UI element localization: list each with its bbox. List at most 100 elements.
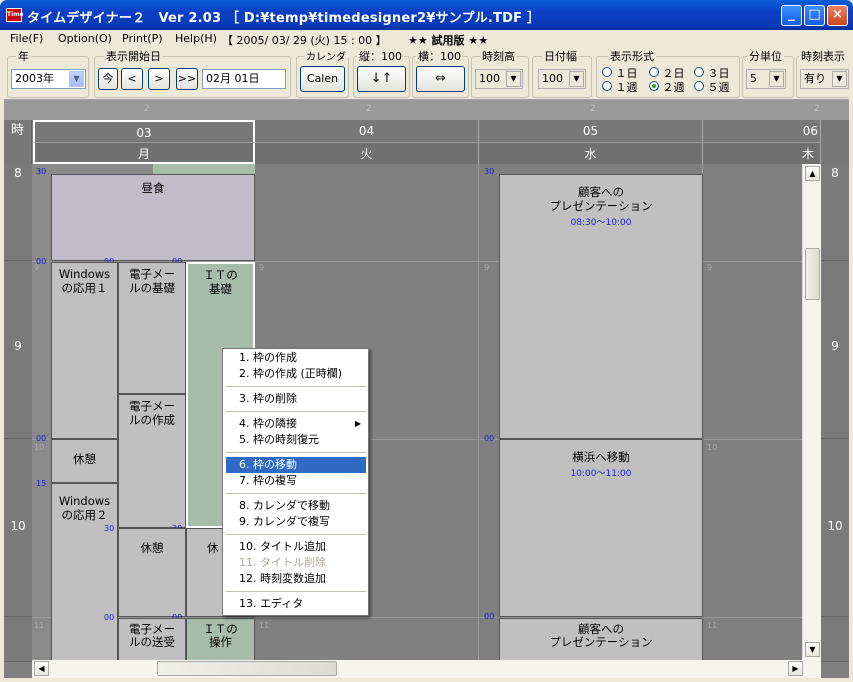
context-menu: 1. 枠の作成 2. 枠の作成 (正時欄) 3. 枠の削除 4. 枠の隣接 ▶ 5… bbox=[222, 348, 369, 616]
it-operation-block[interactable]: ＩＴの 操作 bbox=[186, 618, 255, 662]
presentation-1-block[interactable]: 顧客への プレゼンテーション 08:30～10:00 bbox=[499, 174, 703, 439]
col-number: 2 bbox=[590, 104, 596, 114]
horizontal-scroll-thumb[interactable] bbox=[157, 661, 337, 676]
close-icon[interactable]: × bbox=[827, 5, 848, 26]
windows-2-block[interactable]: Windows の応用２ bbox=[51, 483, 118, 662]
minute-label: 00 bbox=[104, 613, 115, 622]
menu-create-frame[interactable]: 1. 枠の作成 bbox=[226, 350, 366, 366]
day-header-05[interactable]: 05 bbox=[479, 120, 703, 142]
radio-1week[interactable]: １週 bbox=[602, 79, 638, 95]
menu-copy-frame[interactable]: 7. 枠の複写 bbox=[226, 473, 366, 489]
menu-delete-frame[interactable]: 3. 枠の削除 bbox=[226, 391, 366, 407]
yokohama-title: 横浜へ移動 bbox=[572, 450, 630, 464]
hour-header: 時 bbox=[4, 120, 32, 164]
hour-marker: 11 bbox=[259, 621, 270, 630]
year-value: 2003年 bbox=[15, 72, 54, 85]
minute-label: 30 bbox=[104, 524, 115, 533]
email-send-block[interactable]: 電子メー ルの送受 bbox=[118, 618, 186, 662]
schedule-grid[interactable]: 2 2 2 2 時 03 月 04 火 05 水 06 木 8 9 10 8 9… bbox=[4, 100, 849, 678]
it-block-top-strip bbox=[153, 164, 255, 174]
hour-marker: 10 bbox=[707, 443, 718, 452]
menu-editor[interactable]: 13. エディタ bbox=[226, 596, 366, 612]
scroll-right-icon[interactable]: ▶ bbox=[788, 661, 803, 676]
vertical-scroll-thumb[interactable] bbox=[805, 248, 820, 300]
menu-print[interactable]: Print(P) bbox=[122, 32, 163, 45]
hour-marker: 9 bbox=[484, 263, 490, 272]
hour-label-10: 10 bbox=[4, 439, 32, 617]
chevron-down-icon[interactable]: ▼ bbox=[832, 71, 847, 87]
menu-file[interactable]: File(F) bbox=[10, 32, 43, 45]
next-button[interactable]: > bbox=[148, 68, 170, 90]
hour-marker: 9 bbox=[259, 263, 265, 272]
menu-option[interactable]: Option(O) bbox=[58, 32, 112, 45]
start-date-label: 表示開始日 bbox=[104, 48, 163, 64]
start-date-input[interactable]: 02月 01日 bbox=[202, 69, 286, 89]
calendar-button[interactable]: Calen bbox=[300, 66, 345, 92]
weekday-header-03[interactable]: 月 bbox=[33, 142, 255, 164]
email-basic-block[interactable]: 電子メー ルの基礎 bbox=[118, 262, 186, 394]
year-select[interactable]: 2003年 ▼ bbox=[11, 69, 86, 89]
rest-1-block[interactable]: 休憩 bbox=[51, 439, 118, 483]
horizontal-zoom-button[interactable]: ⇔ bbox=[416, 66, 465, 92]
prev-button[interactable]: < bbox=[121, 68, 143, 90]
scroll-up-icon[interactable]: ▲ bbox=[805, 166, 820, 181]
day-header-03[interactable]: 03 bbox=[33, 120, 255, 142]
minute-unit-label: 分単位 bbox=[747, 48, 784, 64]
minute-label: 00 bbox=[36, 434, 47, 443]
vertical-scrollbar[interactable]: ▲ ▼ bbox=[802, 164, 821, 662]
menu-move-frame[interactable]: 6. 枠の移動 bbox=[226, 457, 366, 473]
year-label: 年 bbox=[16, 48, 31, 64]
presentation-1-title: 顧客への プレゼンテーション bbox=[549, 185, 653, 213]
horizontal-scrollbar[interactable]: ◀ ▶ bbox=[32, 660, 821, 678]
menu-create-frame-hourly[interactable]: 2. 枠の作成 (正時欄) bbox=[226, 366, 366, 382]
weekday-header-06[interactable]: 木 bbox=[703, 142, 821, 164]
hour-label-11-right bbox=[821, 617, 849, 662]
minute-label: 30 bbox=[484, 167, 495, 176]
chevron-down-icon[interactable]: ▼ bbox=[506, 71, 521, 87]
maximize-icon[interactable]: □ bbox=[804, 5, 825, 26]
jump-button[interactable]: >> bbox=[176, 68, 198, 90]
menu-separator bbox=[226, 452, 366, 453]
weekday-header-04[interactable]: 火 bbox=[255, 142, 479, 164]
presentation-1-time: 08:30～10:00 bbox=[570, 218, 632, 228]
radio-5week[interactable]: ５週 bbox=[694, 79, 730, 95]
day-header-06[interactable]: 06 bbox=[703, 120, 821, 142]
yokohama-move-block[interactable]: 横浜へ移動 10:00～11:00 bbox=[499, 439, 703, 617]
presentation-2-block[interactable]: 顧客への プレゼンテーション bbox=[499, 618, 703, 662]
rest-2-block[interactable]: 休憩 bbox=[118, 528, 186, 617]
time-height-select[interactable]: 100 ▼ bbox=[475, 69, 523, 89]
windows-1-block[interactable]: Windows の応用１ bbox=[51, 262, 118, 439]
title-bar[interactable]: Time タイムデザイナー２ Ver 2.03 ［ D:¥temp¥timede… bbox=[0, 0, 853, 30]
menu-restore-time[interactable]: 5. 枠の時刻復元 bbox=[226, 432, 366, 448]
menu-move-by-calendar[interactable]: 8. カレンダで移動 bbox=[226, 498, 366, 514]
horizontal-zoom-label: 横：100 bbox=[416, 48, 463, 64]
day-header-04[interactable]: 04 bbox=[255, 120, 479, 142]
weekday-header-05[interactable]: 水 bbox=[479, 142, 703, 164]
today-button[interactable]: 今 bbox=[98, 68, 118, 90]
hour-marker: 11 bbox=[34, 621, 45, 630]
lunch-block[interactable]: 昼食 bbox=[51, 174, 255, 261]
radio-2week[interactable]: ２週 bbox=[649, 79, 685, 95]
menu-add-title[interactable]: 10. タイトル追加 bbox=[226, 539, 366, 555]
menu-adjacent-frame[interactable]: 4. 枠の隣接 ▶ bbox=[226, 416, 366, 432]
menu-copy-by-calendar[interactable]: 9. カレンダで複写 bbox=[226, 514, 366, 530]
email-create-block[interactable]: 電子メー ルの作成 bbox=[118, 394, 186, 528]
minute-unit-select[interactable]: 5 ▼ bbox=[746, 69, 786, 89]
vertical-zoom-button[interactable]: ↓↑ bbox=[357, 66, 406, 92]
menu-bar: File(F) Option(O) Print(P) Help(H) 【 200… bbox=[4, 30, 849, 48]
date-width-value: 100 bbox=[542, 72, 563, 85]
menu-add-time-variable[interactable]: 12. 時刻変数追加 bbox=[226, 571, 366, 587]
chevron-down-icon[interactable]: ▼ bbox=[69, 71, 84, 87]
time-display-select[interactable]: 有り ▼ bbox=[800, 69, 849, 89]
minimize-icon[interactable]: _ bbox=[781, 5, 802, 26]
radio-2week-label: ２週 bbox=[662, 81, 685, 94]
date-width-select[interactable]: 100 ▼ bbox=[538, 69, 586, 89]
window-title: タイムデザイナー２ Ver 2.03 ［ D:¥temp¥timedesigne… bbox=[27, 11, 541, 26]
hour-marker: 10 bbox=[34, 443, 45, 452]
menu-help[interactable]: Help(H) bbox=[175, 32, 217, 45]
chevron-down-icon[interactable]: ▼ bbox=[569, 71, 584, 87]
hour-label-8-right: 8 bbox=[821, 164, 849, 261]
chevron-down-icon[interactable]: ▼ bbox=[769, 71, 784, 87]
scroll-down-icon[interactable]: ▼ bbox=[805, 642, 820, 657]
scroll-left-icon[interactable]: ◀ bbox=[34, 661, 49, 676]
